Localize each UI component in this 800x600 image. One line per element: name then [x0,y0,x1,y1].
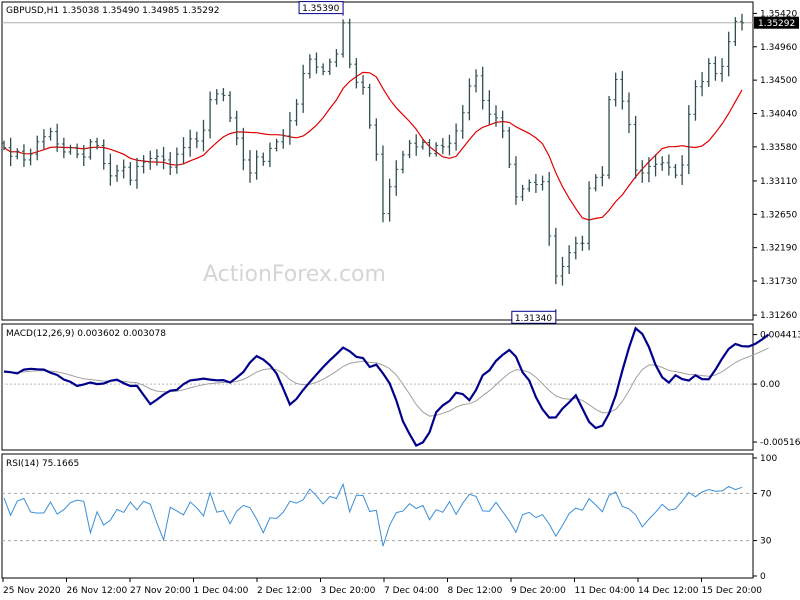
x-tick-label: 15 Dec 20:00 [702,586,763,596]
macd-tick-label: 0.004413 [760,331,800,341]
price-tick-label: 1.32650 [760,210,797,220]
x-tick-label: 25 Nov 2020 [3,586,61,596]
annotation-label: 1.31340 [515,314,552,324]
price-tick-label: 1.31260 [760,311,797,321]
macd-tick-label: -0.005168 [760,438,800,448]
x-tick-label: 11 Dec 04:00 [575,586,636,596]
current-price-label: 1.35292 [758,19,795,29]
price-tick-label: 1.34960 [760,43,797,53]
price-tick-label: 1.34500 [760,76,797,86]
x-tick-label: 27 Nov 20:00 [130,586,191,596]
price-tick-label: 1.32190 [760,244,797,254]
x-tick-label: 7 Dec 04:00 [384,586,439,596]
price-header: GBPUSD,H1 1.35038 1.35490 1.34985 1.3529… [6,6,219,16]
x-tick-label: 8 Dec 12:00 [448,586,503,596]
macd-title: MACD(12,26,9) 0.003602 0.003078 [6,329,166,339]
rsi-tick-label: 30 [760,537,772,547]
rsi-tick-label: 0 [760,572,766,582]
x-tick-label: 1 Dec 04:00 [194,586,249,596]
x-tick-label: 9 Dec 20:00 [511,586,566,596]
price-tick-label: 1.31730 [760,277,797,287]
x-tick-label: 2 Dec 12:00 [257,586,312,596]
price-tick-label: 1.34040 [760,110,797,120]
watermark: ActionForex.com [203,262,386,287]
annotation-label: 1.35390 [302,4,339,14]
x-tick-label: 3 Dec 20:00 [321,586,376,596]
x-tick-label: 26 Nov 12:00 [67,586,128,596]
price-tick-label: 1.33110 [760,177,797,187]
price-tick-label: 1.33580 [760,143,797,153]
rsi-title: RSI(14) 75.1665 [6,459,79,469]
rsi-tick-label: 100 [760,454,777,464]
rsi-tick-label: 70 [760,489,772,499]
x-tick-label: 14 Dec 12:00 [638,586,699,596]
macd-tick-label: 0.00 [760,380,780,390]
gbpusd-chart: ActionForex.com GBPUSD,H1 1.35038 1.3549… [0,0,800,600]
